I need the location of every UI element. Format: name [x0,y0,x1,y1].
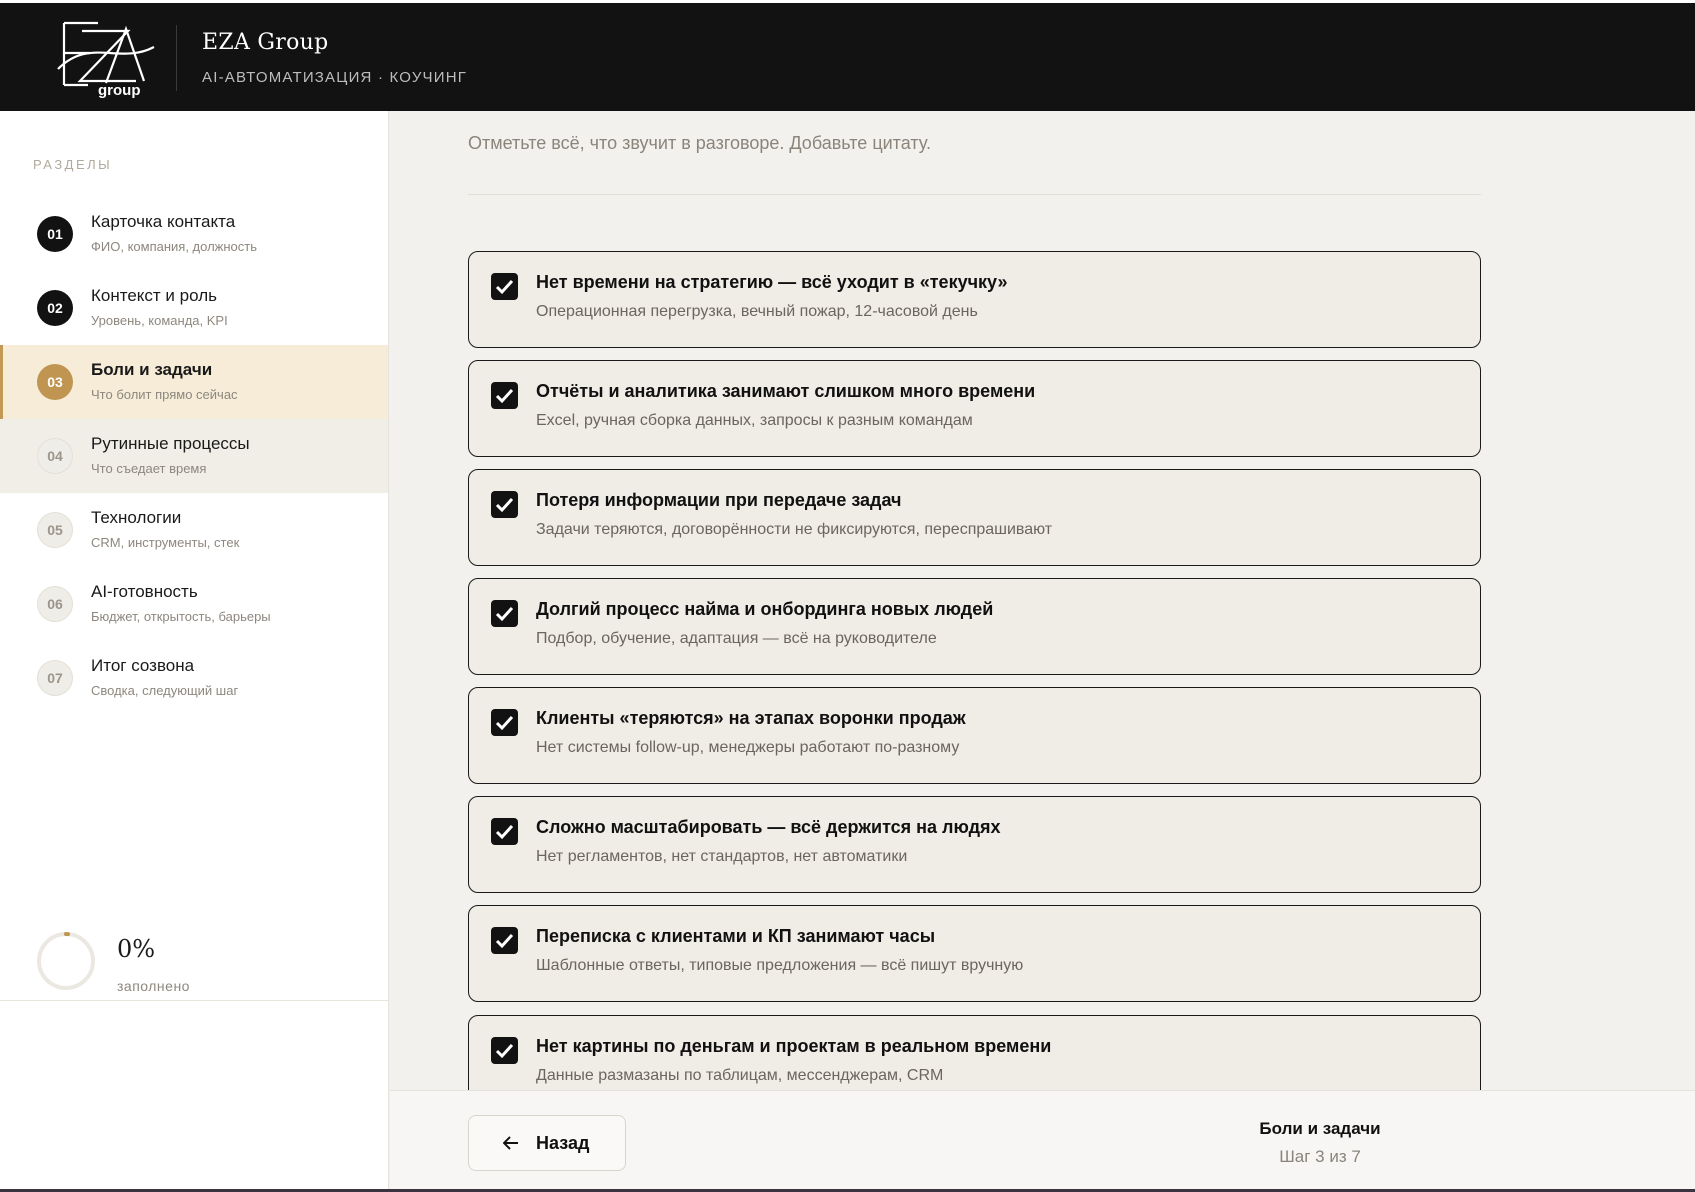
checkbox-checked[interactable] [491,1037,518,1064]
option-card[interactable]: Отчёты и аналитика занимают слишком мног… [468,360,1481,457]
sidebar-item-pains-tasks[interactable]: 03 Боли и задачи Что болит прямо сейчас [0,345,388,419]
sidebar-item-contact-card[interactable]: 01 Карточка контакта ФИО, компания, долж… [0,197,388,271]
check-icon [495,388,514,404]
sidebar-title: РАЗДЕЛЫ [33,157,113,172]
checkbox-checked[interactable] [491,273,518,300]
progress-label: заполнено [117,978,190,994]
sidebar-item-sub: ФИО, компания, должность [91,239,257,254]
brand-name: EZA Group [202,30,329,55]
checkbox-checked[interactable] [491,927,518,954]
check-icon [495,606,514,622]
option-description: Нет системы follow-up, менеджеры работаю… [536,739,960,756]
sidebar-item-label: Карточка контакта [91,212,236,231]
check-icon [495,824,514,840]
option-title: Долгий процесс найма и онбординга новых … [536,599,994,619]
option-title: Сложно масштабировать — всё держится на … [536,817,1001,837]
checkbox-checked[interactable] [491,491,518,518]
step-number: 05 [37,512,73,548]
sidebar-item-sub: CRM, инструменты, стек [91,535,240,550]
sidebar-item-label: Рутинные процессы [91,434,250,453]
sidebar-item-sub: Что съедает время [91,461,207,476]
progress-percent: 0% [117,935,156,963]
svg-text:group: group [98,82,141,99]
progress-ring [37,932,95,990]
step-number: 03 [37,364,73,400]
option-title: Клиенты «теряются» на этапах воронки про… [536,708,966,728]
option-description: Нет регламентов, нет стандартов, нет авт… [536,848,908,865]
step-number: 01 [37,216,73,252]
brand-tagline: AI-АВТОМАТИЗАЦИЯ · КОУЧИНГ [202,69,468,86]
option-card[interactable]: Потеря информации при передаче задач Зад… [468,469,1481,566]
checkbox-checked[interactable] [491,818,518,845]
sidebar-item-ai-readiness[interactable]: 06 AI-готовность Бюджет, открытость, бар… [0,567,388,641]
step-number: 07 [37,660,73,696]
sidebar-item-context-role[interactable]: 02 Контекст и роль Уровень, команда, KPI [0,271,388,345]
step-footer: Назад Боли и задачи Шаг 3 из 7 [390,1090,1695,1192]
option-title: Потеря информации при передаче задач [536,490,902,510]
eza-logo: group [57,21,155,99]
sidebar-divider [0,1000,388,1001]
sidebar: РАЗДЕЛЫ 01 Карточка контакта ФИО, компан… [0,111,389,1192]
option-card[interactable]: Нет картины по деньгам и проектам в реал… [468,1015,1481,1090]
sidebar-item-routine-processes[interactable]: 04 Рутинные процессы Что съедает время [0,419,388,493]
step-number: 06 [37,586,73,622]
step-number: 02 [37,290,73,326]
sidebar-item-technologies[interactable]: 05 Технологии CRM, инструменты, стек [0,493,388,567]
sidebar-item-call-summary[interactable]: 07 Итог созвона Сводка, следующий шаг [0,641,388,715]
option-title: Отчёты и аналитика занимают слишком мног… [536,381,1036,401]
option-title: Нет времени на стратегию — всё уходит в … [536,272,1008,292]
sidebar-item-sub: Что болит прямо сейчас [91,387,238,402]
step-counter: Шаг 3 из 7 [1279,1147,1361,1166]
sidebar-item-sub: Уровень, команда, KPI [91,313,228,328]
arrow-left-icon [503,1136,518,1150]
sidebar-item-sub: Сводка, следующий шаг [91,683,239,698]
sidebar-item-label: Итог созвона [91,656,195,675]
option-description: Шаблонные ответы, типовые предложения — … [536,957,1024,974]
option-card[interactable]: Нет времени на стратегию — всё уходит в … [468,251,1481,348]
option-description: Задачи теряются, договорённости не фикси… [536,521,1053,538]
option-description: Операционная перегрузка, вечный пожар, 1… [536,303,978,320]
option-card[interactable]: Долгий процесс найма и онбординга новых … [468,578,1481,675]
step-number: 04 [37,438,73,474]
option-card[interactable]: Переписка с клиентами и КП занимают часы… [468,905,1481,1002]
option-title: Переписка с клиентами и КП занимают часы [536,926,936,946]
option-description: Данные размазаны по таблицам, мессенджер… [536,1067,944,1084]
option-description: Подбор, обучение, адаптация — всё на рук… [536,630,937,647]
option-card[interactable]: Сложно масштабировать — всё держится на … [468,796,1481,893]
check-icon [495,715,514,731]
section-subtitle: Отметьте всё, что звучит в разговоре. До… [468,133,931,153]
option-card[interactable]: Клиенты «теряются» на этапах воронки про… [468,687,1481,784]
header-divider [176,25,177,91]
main-content: Отметьте всё, что звучит в разговоре. До… [390,111,1695,1090]
sidebar-item-label: AI-готовность [91,582,198,601]
option-title: Нет картины по деньгам и проектам в реал… [536,1036,1052,1056]
current-step-title: Боли и задачи [1259,1119,1381,1138]
check-icon [495,497,514,513]
sidebar-item-sub: Бюджет, открытость, барьеры [91,609,271,624]
checkbox-checked[interactable] [491,600,518,627]
back-button-label: Назад [536,1133,590,1153]
check-icon [495,933,514,949]
app-header: group EZA Group AI-АВТОМАТИЗАЦИЯ · КОУЧИ… [0,3,1695,111]
checkbox-checked[interactable] [491,382,518,409]
check-icon [495,279,514,295]
section-divider [468,194,1481,195]
sidebar-item-label: Боли и задачи [91,360,213,379]
check-icon [495,1043,514,1059]
sidebar-item-label: Контекст и роль [91,286,217,305]
option-description: Excel, ручная сборка данных, запросы к р… [536,412,973,429]
sidebar-item-label: Технологии [91,508,182,527]
back-button[interactable]: Назад [468,1115,626,1171]
checkbox-checked[interactable] [491,709,518,736]
